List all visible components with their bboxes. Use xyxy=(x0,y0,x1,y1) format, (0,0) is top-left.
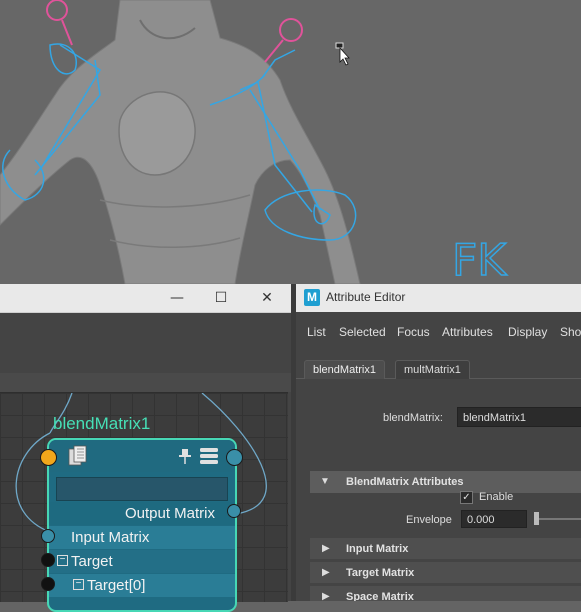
attribute-editor-body: blendMatrix: blendMatrix1 ▼ BlendMatrix … xyxy=(296,379,581,601)
envelope-slider-handle[interactable] xyxy=(534,512,539,525)
menu-show[interactable]: Show xyxy=(560,325,581,339)
node-title: blendMatrix1 xyxy=(53,414,151,433)
attribute-editor-titlebar: M Attribute Editor xyxy=(296,284,581,312)
character-render: FK xyxy=(0,0,508,284)
tab-multmatrix1[interactable]: multMatrix1 xyxy=(395,360,470,379)
blend-matrix-icon xyxy=(68,445,87,466)
menu-selected[interactable]: Selected xyxy=(339,325,386,339)
node-editor-titlebar: — ☐ ✕ xyxy=(0,284,291,313)
target-0-label: Target[0] xyxy=(87,577,146,594)
menu-attributes[interactable]: Attributes xyxy=(442,325,493,339)
node-editor-tabbar xyxy=(0,373,291,392)
node-output-port[interactable] xyxy=(226,449,243,466)
section-space-matrix[interactable]: ▶ Space Matrix xyxy=(310,585,581,601)
target-row[interactable]: − Target xyxy=(49,550,235,573)
node-search-field[interactable] xyxy=(56,477,228,501)
target-0-port[interactable] xyxy=(41,577,55,591)
input-matrix-label: Input Matrix xyxy=(71,529,150,546)
input-matrix-row[interactable]: Input Matrix xyxy=(49,526,235,549)
menu-display[interactable]: Display xyxy=(508,325,547,339)
output-matrix-port[interactable] xyxy=(227,504,241,518)
target-0-row[interactable]: − Target[0] xyxy=(49,574,235,597)
maximize-button[interactable]: ☐ xyxy=(210,288,232,308)
window-title: Attribute Editor xyxy=(326,290,406,304)
target-label: Target xyxy=(71,553,113,570)
tab-blendmatrix1[interactable]: blendMatrix1 xyxy=(304,360,385,379)
section-label: BlendMatrix Attributes xyxy=(346,476,464,488)
enable-label: Enable xyxy=(479,491,514,503)
minimize-button[interactable]: — xyxy=(166,288,188,308)
fk-label: FK xyxy=(452,235,507,284)
target-port[interactable] xyxy=(41,553,55,567)
attribute-list-icon[interactable] xyxy=(199,447,219,465)
pin-icon[interactable] xyxy=(178,448,192,466)
collapse-toggle-icon[interactable]: − xyxy=(57,555,68,566)
envelope-field[interactable]: 0.000 xyxy=(461,510,527,528)
expand-arrow-icon: ▼ xyxy=(320,476,330,487)
collapsed-arrow-icon: ▶ xyxy=(322,543,330,554)
node-type-label: blendMatrix: xyxy=(383,412,443,424)
section-label: Space Matrix xyxy=(346,591,414,601)
output-matrix-row[interactable]: Output Matrix xyxy=(49,502,235,525)
section-label: Input Matrix xyxy=(346,543,409,555)
node-input-port[interactable] xyxy=(40,449,57,466)
collapse-toggle-icon[interactable]: − xyxy=(73,579,84,590)
section-target-matrix[interactable]: ▶ Target Matrix xyxy=(310,561,581,583)
input-matrix-port[interactable] xyxy=(41,529,55,543)
enable-checkbox[interactable]: ✓ xyxy=(460,491,473,504)
close-button[interactable]: ✕ xyxy=(256,288,278,308)
collapsed-arrow-icon: ▶ xyxy=(322,591,330,601)
section-input-matrix[interactable]: ▶ Input Matrix xyxy=(310,537,581,559)
envelope-label: Envelope xyxy=(406,514,452,526)
node-header xyxy=(49,440,235,472)
node-tabs: blendMatrix1 multMatrix1 xyxy=(296,358,581,379)
section-blendmatrix-attributes[interactable]: ▼ BlendMatrix Attributes xyxy=(310,471,581,493)
output-matrix-label: Output Matrix xyxy=(124,505,215,522)
node-editor-toolbar xyxy=(0,313,291,374)
maya-logo-icon: M xyxy=(304,289,320,306)
menu-focus[interactable]: Focus xyxy=(397,325,430,339)
node-name-field[interactable]: blendMatrix1 xyxy=(457,407,581,427)
section-label: Target Matrix xyxy=(346,567,415,579)
envelope-slider-track[interactable] xyxy=(534,518,581,520)
collapsed-arrow-icon: ▶ xyxy=(322,567,330,578)
attribute-editor-window: M Attribute Editor List Selected Focus A… xyxy=(296,284,581,601)
blendmatrix-node[interactable]: Output Matrix Input Matrix − Target − Ta… xyxy=(47,438,237,612)
mouse-cursor-icon xyxy=(335,42,350,66)
menu-list[interactable]: List xyxy=(307,325,326,339)
maya-viewport[interactable]: FK xyxy=(0,0,581,284)
menu-bar: List Selected Focus Attributes Display S… xyxy=(296,319,581,343)
node-editor-window: — ☐ ✕ blendMatrix1 Output Matrix Input M… xyxy=(0,284,291,612)
